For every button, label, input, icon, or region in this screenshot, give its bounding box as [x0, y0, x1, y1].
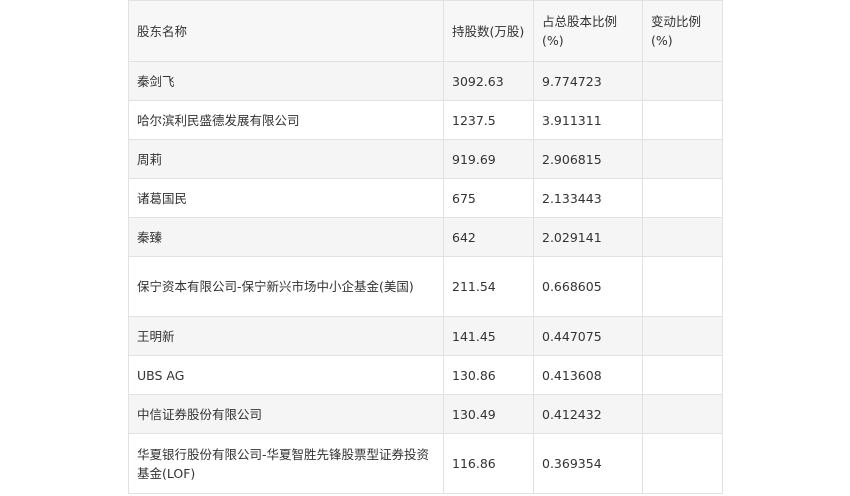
cell-change [642, 217, 723, 257]
cell-shareholder-name: UBS AG [128, 355, 444, 395]
cell-ratio: 3.911311 [533, 100, 643, 140]
cell-change [642, 178, 723, 218]
cell-shares: 1237.5 [443, 100, 534, 140]
table-row: 哈尔滨利民盛德发展有限公司 1237.5 3.911311 [128, 100, 723, 140]
cell-shares: 130.49 [443, 394, 534, 434]
table-row: UBS AG 130.86 0.413608 [128, 355, 723, 395]
cell-change [642, 100, 723, 140]
table-row: 华夏银行股份有限公司-华夏智胜先锋股票型证券投资基金(LOF) 116.86 0… [128, 433, 723, 494]
cell-shareholder-name: 华夏银行股份有限公司-华夏智胜先锋股票型证券投资基金(LOF) [128, 433, 444, 494]
table-header-row: 股东名称 持股数(万股) 占总股本比例(%) 变动比例(%) [128, 0, 723, 62]
cell-shares: 141.45 [443, 316, 534, 356]
header-ratio: 占总股本比例(%) [533, 0, 643, 62]
table-row: 诸葛国民 675 2.133443 [128, 178, 723, 218]
cell-ratio: 0.369354 [533, 433, 643, 494]
cell-shares: 130.86 [443, 355, 534, 395]
cell-shareholder-name: 哈尔滨利民盛德发展有限公司 [128, 100, 444, 140]
cell-ratio: 0.668605 [533, 256, 643, 317]
cell-shares: 211.54 [443, 256, 534, 317]
cell-shares: 116.86 [443, 433, 534, 494]
cell-shareholder-name: 周莉 [128, 139, 444, 179]
cell-shareholder-name: 秦剑飞 [128, 61, 444, 101]
shareholder-table: 股东名称 持股数(万股) 占总股本比例(%) 变动比例(%) 秦剑飞 3092.… [128, 0, 723, 494]
cell-shares: 3092.63 [443, 61, 534, 101]
table-row: 保宁资本有限公司-保宁新兴市场中小企基金(美国) 211.54 0.668605 [128, 256, 723, 317]
cell-ratio: 0.412432 [533, 394, 643, 434]
cell-change [642, 61, 723, 101]
cell-shares: 919.69 [443, 139, 534, 179]
cell-change [642, 316, 723, 356]
table-row: 中信证券股份有限公司 130.49 0.412432 [128, 394, 723, 434]
shareholder-table-container: 股东名称 持股数(万股) 占总股本比例(%) 变动比例(%) 秦剑飞 3092.… [128, 0, 723, 494]
cell-change [642, 355, 723, 395]
cell-change [642, 139, 723, 179]
cell-shares: 642 [443, 217, 534, 257]
table-row: 王明新 141.45 0.447075 [128, 316, 723, 356]
cell-ratio: 0.413608 [533, 355, 643, 395]
cell-change [642, 256, 723, 317]
cell-shareholder-name: 秦臻 [128, 217, 444, 257]
header-shares: 持股数(万股) [443, 0, 534, 62]
cell-ratio: 2.906815 [533, 139, 643, 179]
table-row: 周莉 919.69 2.906815 [128, 139, 723, 179]
cell-shareholder-name: 中信证券股份有限公司 [128, 394, 444, 434]
cell-ratio: 9.774723 [533, 61, 643, 101]
cell-shareholder-name: 诸葛国民 [128, 178, 444, 218]
cell-ratio: 2.029141 [533, 217, 643, 257]
table-row: 秦臻 642 2.029141 [128, 217, 723, 257]
cell-change [642, 394, 723, 434]
cell-shares: 675 [443, 178, 534, 218]
cell-shareholder-name: 王明新 [128, 316, 444, 356]
table-row: 秦剑飞 3092.63 9.774723 [128, 61, 723, 101]
header-shareholder-name: 股东名称 [128, 0, 444, 62]
cell-change [642, 433, 723, 494]
cell-shareholder-name: 保宁资本有限公司-保宁新兴市场中小企基金(美国) [128, 256, 444, 317]
header-change: 变动比例(%) [642, 0, 723, 62]
cell-ratio: 2.133443 [533, 178, 643, 218]
cell-ratio: 0.447075 [533, 316, 643, 356]
